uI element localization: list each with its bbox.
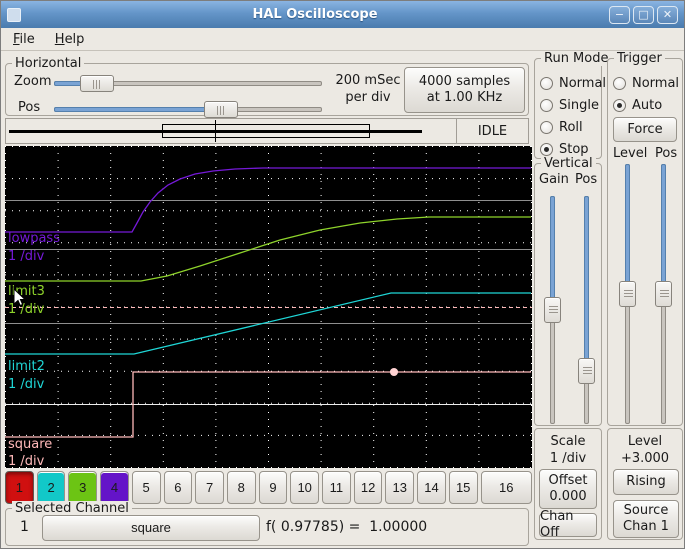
trigger-point-marker — [390, 368, 398, 376]
selected-channel-number: 1 — [20, 519, 29, 535]
menu-help[interactable]: Help — [53, 30, 87, 49]
window-title: HAL Oscilloscope — [252, 7, 378, 22]
radio-icon[interactable] — [540, 99, 553, 112]
channel-button-10[interactable]: 10 — [290, 471, 320, 504]
trigger-level-readout: Level +3.000 — [620, 434, 670, 466]
gain-slider-label: Gain — [539, 172, 569, 187]
vertical-pos-slider[interactable] — [578, 196, 595, 424]
window-icon — [7, 7, 21, 22]
trigger-level-slider[interactable] — [619, 164, 636, 424]
force-button[interactable]: Force — [613, 117, 677, 142]
vertical-scale-box: Scale 1 /div Offset 0.000 Chan Off — [534, 428, 602, 540]
time-per-div-readout: 200 mSec per div — [335, 73, 401, 105]
record-position-indicator — [6, 119, 456, 143]
trigger-source-button[interactable]: Source Chan 1 — [613, 500, 679, 538]
trigger-auto[interactable]: Auto — [613, 98, 662, 113]
trace-label-limit2: limit2 — [8, 359, 45, 374]
minimize-icon[interactable]: − — [609, 5, 630, 24]
radio-icon[interactable] — [613, 77, 626, 90]
chan-off-button[interactable]: Chan Off — [539, 509, 597, 540]
channel-button-6[interactable]: 6 — [163, 471, 193, 504]
trace-scale-label-square: 1 /div — [8, 454, 45, 468]
channel-button-1[interactable]: 1 — [5, 471, 34, 504]
channel-button-13[interactable]: 13 — [385, 471, 415, 504]
menu-file[interactable]: File — [11, 30, 37, 49]
record-length-button[interactable]: 4000 samples at 1.00 KHz — [404, 67, 525, 113]
trigger-level-slider-label: Level — [613, 146, 648, 161]
trigger-slope-button[interactable]: Rising — [613, 469, 679, 495]
radio-icon[interactable] — [613, 99, 626, 112]
channel-button-12[interactable]: 12 — [353, 471, 383, 504]
slider-handle[interactable] — [79, 75, 114, 92]
run-mode-roll[interactable]: Roll — [540, 120, 583, 135]
channel-button-9[interactable]: 9 — [258, 471, 288, 504]
channel-button-16[interactable]: 16 — [480, 471, 532, 504]
scope-display[interactable]: lowpass 1 /div limit3 1 /div limit2 1 /div squ… — [5, 146, 532, 469]
channel-button-15[interactable]: 15 — [448, 471, 478, 504]
radio-icon[interactable] — [540, 143, 553, 156]
horizontal-frame-label: Horizontal — [12, 56, 85, 71]
selected-channel-source-button[interactable]: square — [42, 515, 260, 541]
horizontal-pos-slider[interactable] — [54, 101, 322, 118]
channel-button-2[interactable]: 2 — [36, 471, 66, 504]
run-mode-stop[interactable]: Stop — [540, 142, 589, 157]
trace-label-square: square — [8, 437, 52, 452]
record-trigger-tick — [215, 120, 216, 142]
trigger-level-box: Level +3.000 Rising Source Chan 1 — [607, 428, 683, 540]
selected-channel-frame: Selected Channel 1 square f( 0.97785) = … — [5, 501, 529, 546]
horizontal-frame: Horizontal Zoom Pos 200 mSec per div 400… — [5, 56, 529, 118]
run-mode-frame-label: Run Mode — [541, 51, 612, 66]
run-mode-frame: Run Mode Normal Single Roll Stop — [534, 51, 612, 159]
slider-handle[interactable] — [544, 297, 561, 323]
channel-button-4[interactable]: 4 — [100, 471, 129, 504]
channel-button-8[interactable]: 8 — [226, 471, 256, 504]
trace-scale-label-limit3: 1 /div — [8, 302, 45, 317]
trace-label-lowpass: lowpass — [8, 231, 60, 246]
title-bar[interactable]: HAL Oscilloscope − □ ✕ — [1, 1, 684, 28]
selected-channel-readout: f( 0.97785) = 1.00000 — [266, 519, 428, 535]
vertical-frame: Vertical Gain Pos — [534, 156, 602, 426]
slider-handle[interactable] — [655, 281, 672, 307]
pos-slider-label: Pos — [18, 100, 41, 115]
run-mode-normal[interactable]: Normal — [540, 76, 606, 91]
vertical-gain-slider[interactable] — [544, 196, 561, 424]
close-icon[interactable]: ✕ — [657, 5, 678, 24]
vertical-frame-label: Vertical — [541, 156, 596, 171]
channel-button-7[interactable]: 7 — [195, 471, 224, 504]
selected-channel-frame-label: Selected Channel — [12, 501, 132, 516]
slider-handle[interactable] — [578, 357, 595, 384]
channel-button-5[interactable]: 5 — [131, 471, 161, 504]
trace-scale-label-lowpass: 1 /div — [8, 249, 45, 264]
trigger-frame: Trigger Normal Auto Force Level Pos — [607, 51, 683, 426]
slider-handle[interactable] — [203, 101, 238, 118]
channel-button-3[interactable]: 3 — [68, 471, 98, 504]
scope-canvas: lowpass1 /divlimit31 /divlimit21 /divsqu… — [5, 146, 532, 469]
record-visible-window — [162, 124, 370, 138]
trigger-pos-slider[interactable] — [655, 164, 672, 424]
offset-button[interactable]: Offset 0.000 — [539, 469, 597, 509]
run-mode-single[interactable]: Single — [540, 98, 599, 113]
channel-button-row: 1 2 3 4 5 6 7 8 9 10 11 12 13 14 15 16 — [5, 471, 532, 504]
channel-button-14[interactable]: 14 — [417, 471, 446, 504]
trace-scale-label-limit2: 1 /div — [8, 377, 45, 392]
vertical-pos-slider-label: Pos — [575, 172, 598, 187]
menu-bar: File Help — [1, 28, 684, 51]
radio-icon[interactable] — [540, 77, 553, 90]
radio-icon[interactable] — [540, 121, 553, 134]
horizontal-zoom-slider[interactable] — [54, 75, 322, 92]
trigger-frame-label: Trigger — [614, 51, 665, 66]
app-window: HAL Oscilloscope − □ ✕ File Help Horizon… — [0, 0, 685, 549]
record-view-strip: IDLE — [5, 118, 529, 144]
channel-button-11[interactable]: 11 — [322, 471, 351, 504]
status-badge: IDLE — [456, 119, 528, 143]
maximize-icon[interactable]: □ — [633, 5, 654, 24]
scale-readout: Scale 1 /div — [549, 434, 587, 466]
zoom-slider-label: Zoom — [14, 74, 52, 89]
trigger-pos-slider-label: Pos — [655, 146, 678, 161]
trigger-normal[interactable]: Normal — [613, 76, 679, 91]
slider-handle[interactable] — [619, 281, 636, 307]
